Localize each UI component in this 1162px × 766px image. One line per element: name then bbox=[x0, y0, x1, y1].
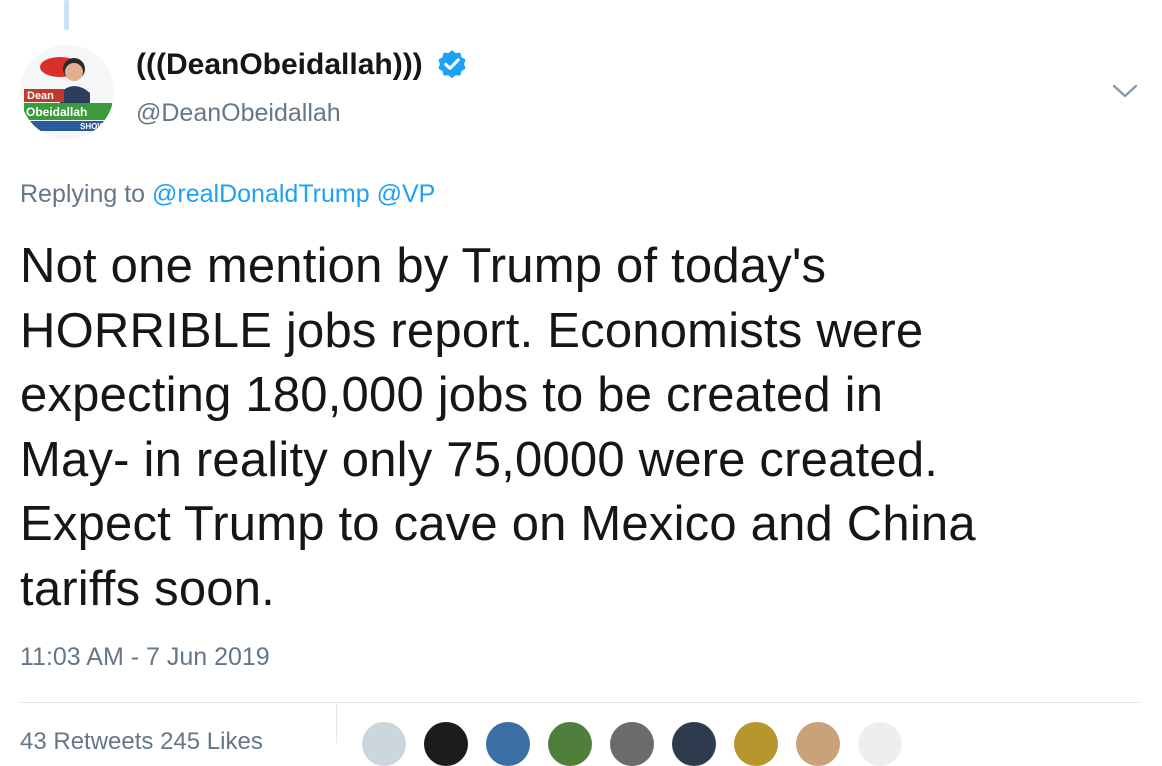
liker-avatar[interactable] bbox=[362, 722, 406, 766]
reply-mention-realdonaldtrump[interactable]: @realDonaldTrump bbox=[152, 180, 370, 208]
avatar-logo-word-3: SHOW bbox=[80, 122, 105, 131]
tweet-stats[interactable]: 43 Retweets 245 Likes bbox=[20, 728, 263, 756]
tweet-text-line: Not one mention by Trump of today's bbox=[20, 239, 827, 293]
user-handle[interactable]: @DeanObeidallah bbox=[136, 99, 341, 128]
avatar-logo-word-2: Obeidallah bbox=[26, 105, 87, 119]
liker-avatar[interactable] bbox=[796, 722, 840, 766]
tweet-text-line: expecting 180,000 jobs to be created in bbox=[20, 368, 884, 422]
likers-avatar-row bbox=[362, 722, 902, 766]
chevron-down-icon[interactable] bbox=[1110, 80, 1140, 102]
reply-mention-vp[interactable]: @VP bbox=[377, 180, 436, 208]
thread-connector-line bbox=[64, 0, 69, 30]
liker-avatar[interactable] bbox=[858, 722, 902, 766]
liker-avatar[interactable] bbox=[734, 722, 778, 766]
liker-avatar[interactable] bbox=[672, 722, 716, 766]
tweet-text: Not one mention by Trump of today's HORR… bbox=[20, 234, 1140, 621]
replying-prefix: Replying to bbox=[20, 180, 146, 208]
stats-vertical-divider bbox=[336, 703, 337, 743]
tweet-timestamp[interactable]: 11:03 AM - 7 Jun 2019 bbox=[20, 643, 270, 672]
display-name-text[interactable]: (((DeanObeidallah))) bbox=[136, 48, 423, 82]
liker-avatar[interactable] bbox=[610, 722, 654, 766]
display-name[interactable]: (((DeanObeidallah))) bbox=[136, 48, 469, 82]
stats-divider bbox=[20, 702, 1140, 703]
liker-avatar[interactable] bbox=[486, 722, 530, 766]
tweet-text-line: HORRIBLE jobs report. Economists were bbox=[20, 303, 924, 358]
avatar-logo-image: Dean Obeidallah SHOW bbox=[20, 45, 114, 139]
tweet-text-line: May- in reality only 75,0000 were create… bbox=[20, 432, 939, 487]
liker-avatar[interactable] bbox=[548, 722, 592, 766]
liker-avatar[interactable] bbox=[424, 722, 468, 766]
avatar-logo-word-1: Dean bbox=[27, 90, 54, 102]
tweet-text-line: tariffs soon. bbox=[20, 561, 275, 616]
replying-to-line: Replying to @realDonaldTrump @VP bbox=[20, 180, 435, 209]
tweet-text-line: Expect Trump to cave on Mexico and China bbox=[20, 497, 976, 551]
avatar[interactable]: Dean Obeidallah SHOW bbox=[20, 45, 114, 139]
verified-badge-icon bbox=[438, 50, 466, 79]
